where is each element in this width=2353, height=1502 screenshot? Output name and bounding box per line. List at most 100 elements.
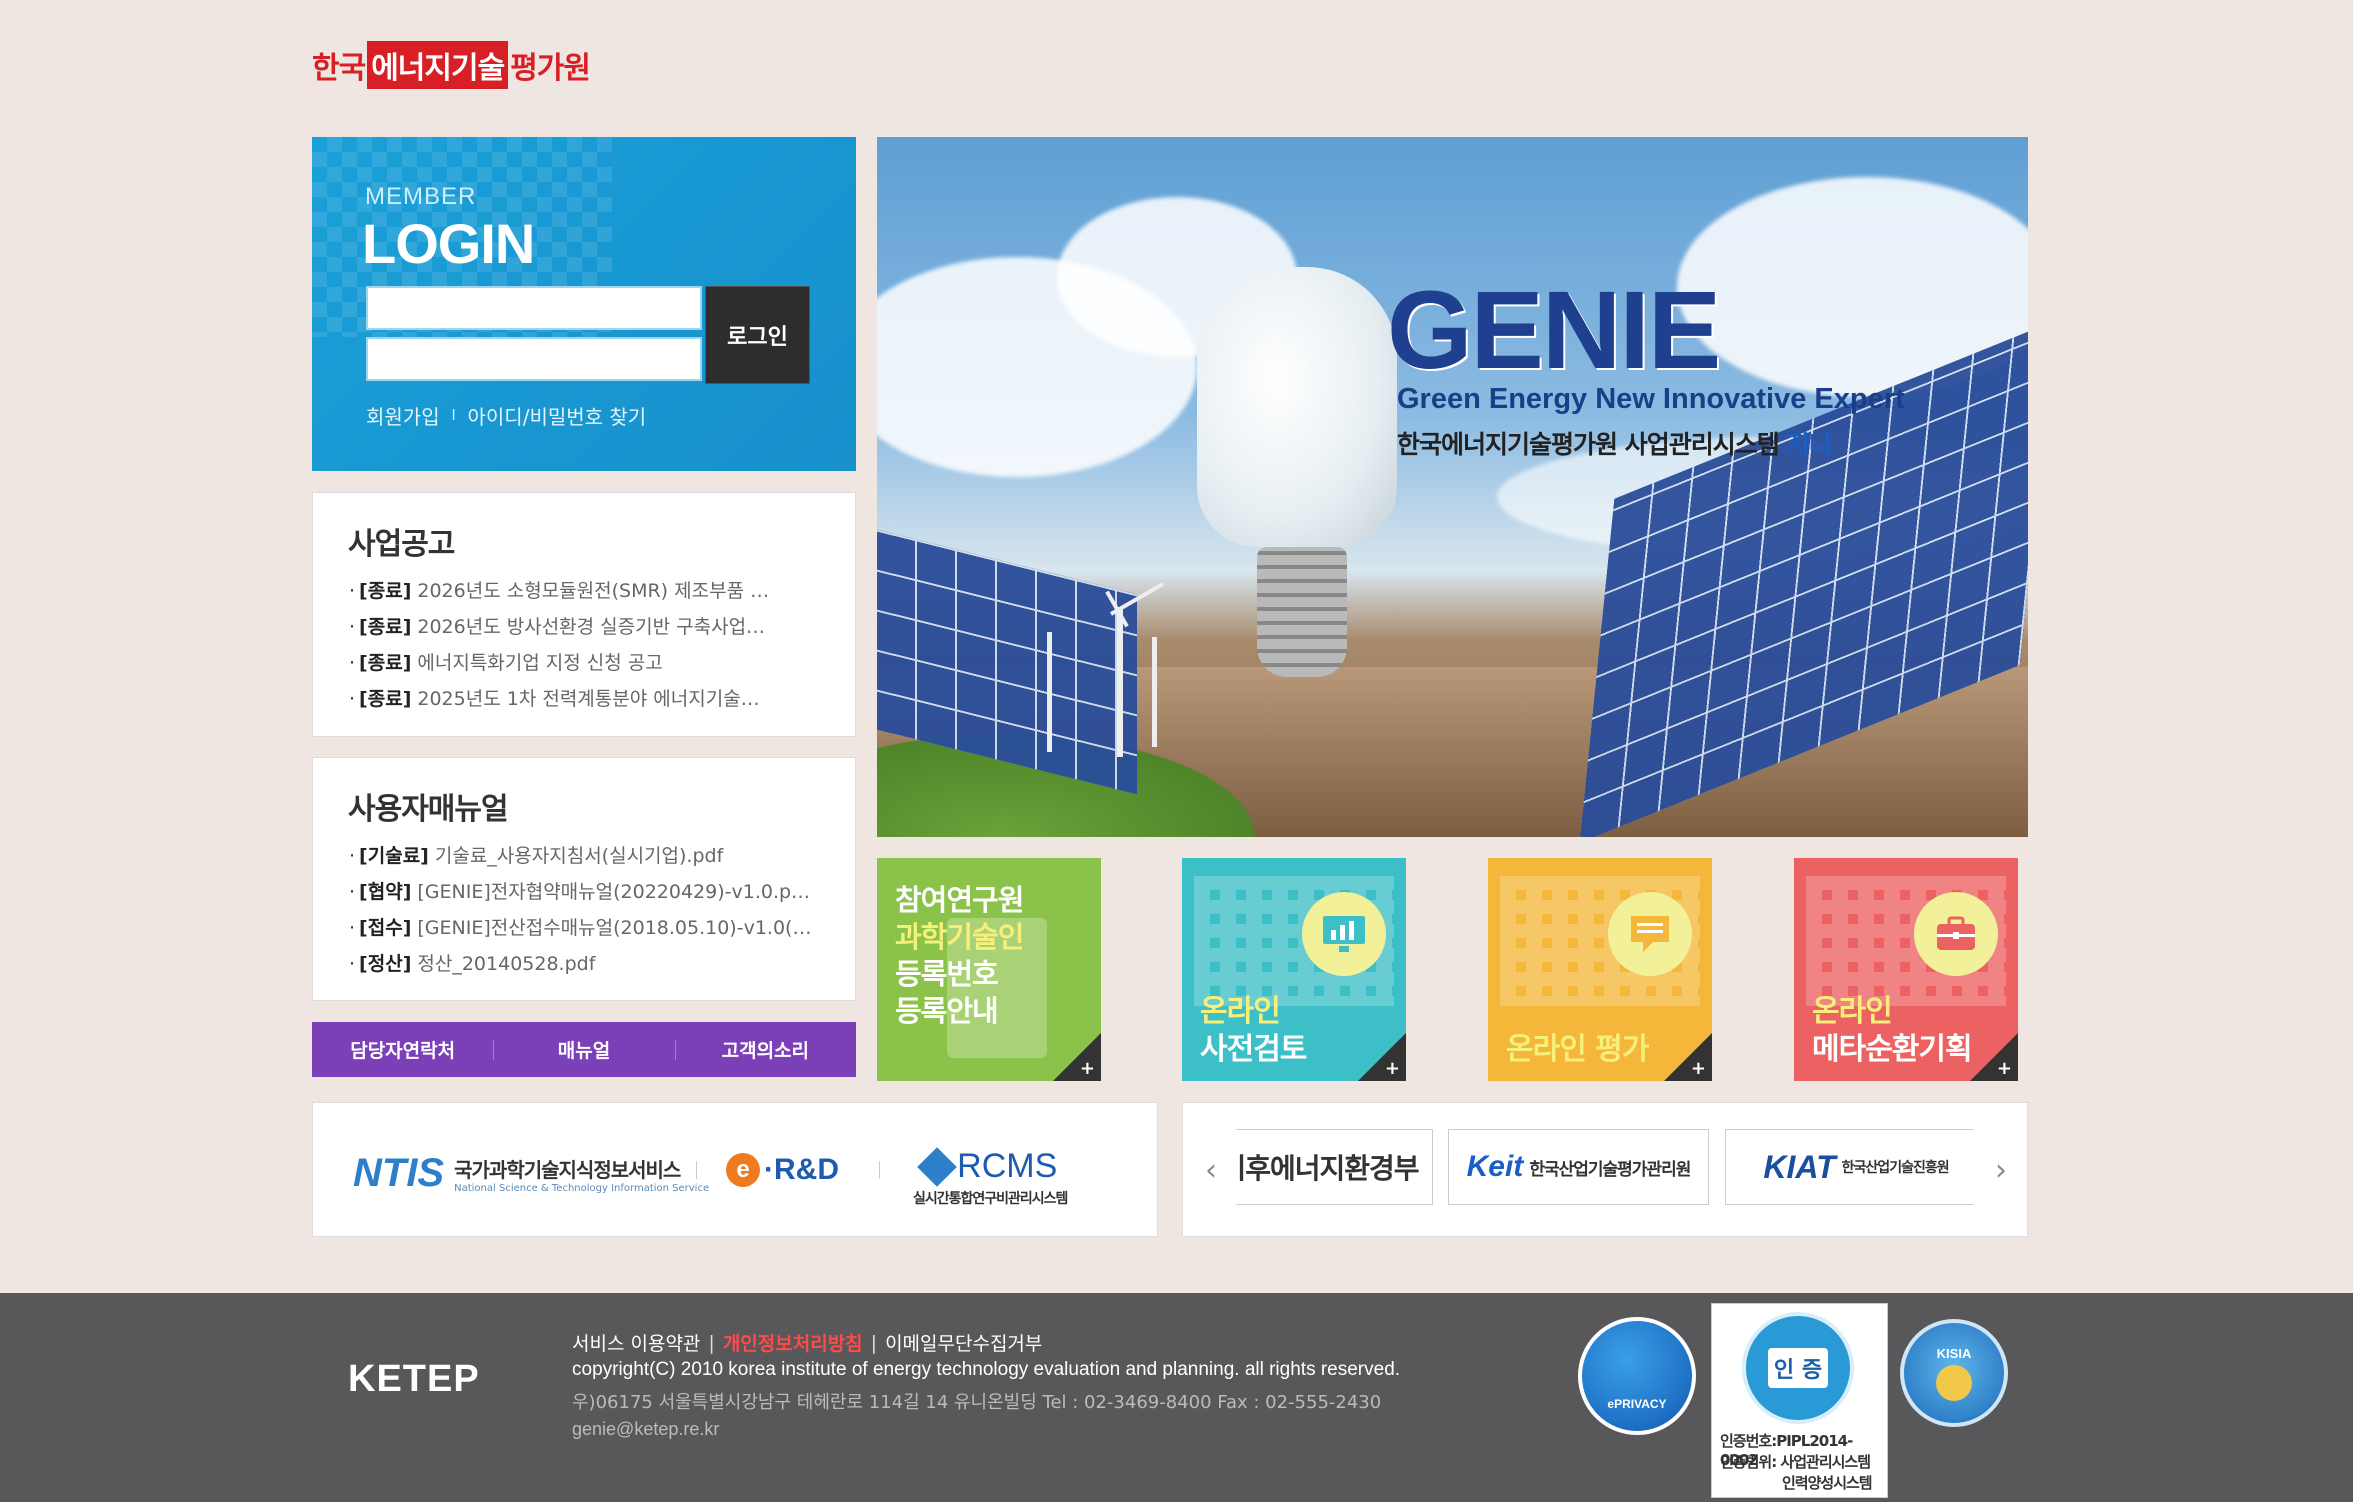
bullet-icon: · (349, 917, 356, 939)
privacy-policy-link[interactable]: 개인정보처리방침 (723, 1329, 863, 1356)
copyright: copyright(C) 2010 korea institute of ene… (572, 1359, 1401, 1380)
ntis-kor: 국가과학기술지식정보서비스 (454, 1157, 681, 1182)
lock-icon (1936, 1364, 1972, 1401)
erd-link[interactable]: e ·R&D (726, 1153, 839, 1187)
manual-tag: [접수] (359, 917, 412, 939)
manual-text: 기술료_사용자지침서(실시기업).pdf (434, 845, 724, 867)
divider (696, 1161, 697, 1179)
pipl-scope-2: 인력양성시스템 (1782, 1474, 1873, 1492)
meta-planning-tile[interactable]: 온라인 메타순환기획 + (1794, 858, 2018, 1081)
ntis-eng: National Science & Technology Informatio… (454, 1182, 710, 1194)
site-logo[interactable]: 한국 에너지기술 평가원 (312, 41, 591, 89)
footer-links: 서비스 이용약관 | 개인정보처리방침 | 이메일무단수집거부 (572, 1329, 1042, 1356)
notice-item[interactable]: · [종료] 2025년도 1차 전력계통분야 에너지기술… (349, 681, 839, 717)
notice-tag: [종료] (359, 580, 412, 602)
keit-logo: Keit (1466, 1150, 1524, 1183)
erd-text: ·R&D (764, 1153, 839, 1186)
tile-label: 온라인 평가 (1506, 1031, 1649, 1069)
kiat-text: 한국산업기술진흥원 (1841, 1160, 1950, 1176)
notice-text: 에너지특화기업 지정 신청 공고 (417, 652, 663, 674)
rcms-logo-icon (917, 1146, 957, 1187)
bullet-icon: · (349, 616, 356, 638)
notice-item[interactable]: · [종료] 2026년도 소형모듈원전(SMR) 제조부품 … (349, 573, 839, 609)
find-account-link[interactable]: 아이디/비밀번호 찾기 (468, 401, 647, 430)
rcms-link[interactable]: RCMS 실시간통합연구비관리시스템 (913, 1146, 1068, 1208)
manual-link[interactable]: 매뉴얼 (493, 1036, 674, 1063)
plus-icon: + (1079, 1058, 1095, 1079)
notice-tag: [종료] (359, 652, 412, 674)
ntis-link[interactable]: NTIS 국가과학기술지식정보서비스 National Science & Te… (353, 1151, 709, 1196)
manual-list: · [기술료] 기술료_사용자지침서(실시기업).pdf · [협약] [GENIE]전… (349, 838, 839, 982)
login-links: 회원가입 l 아이디/비밀번호 찾기 (366, 401, 646, 430)
bullet-icon: · (349, 881, 356, 903)
plus-icon: + (1384, 1058, 1400, 1079)
online-evaluation-tile[interactable]: 온라인 평가 + (1488, 858, 1712, 1081)
contact-link[interactable]: 담당자연락처 (312, 1036, 493, 1063)
tile-label: 온라인 사전검토 (1200, 993, 1307, 1069)
tile-line: 온라인 평가 (1506, 1032, 1649, 1067)
manual-text: 정산_20140528.pdf (417, 953, 596, 975)
partner-links: NTIS 국가과학기술지식정보서비스 National Science & Te… (312, 1102, 1158, 1237)
monitor-chart-icon (1302, 892, 1386, 976)
login-button[interactable]: 로그인 (705, 286, 810, 384)
briefcase-icon (1914, 892, 1998, 976)
manual-title[interactable]: 사용자매뉴얼 (348, 784, 509, 828)
voice-of-customer-link[interactable]: 고객의소리 (674, 1036, 856, 1063)
link-separator: l (451, 407, 456, 424)
banner-climate-ministry[interactable]: 기후에너지환경부 (1236, 1129, 1433, 1205)
notice-item[interactable]: · [종료] 에너지특화기업 지정 신청 공고 (349, 645, 839, 681)
divider (879, 1161, 880, 1179)
rcms-sub: 실시간통합연구비관리시스템 (913, 1191, 1068, 1207)
bullet-icon: · (349, 953, 356, 975)
user-id-input[interactable] (366, 286, 702, 330)
online-prereview-tile[interactable]: 온라인 사전검토 + (1182, 858, 1406, 1081)
tile-line: 등록번호 (895, 957, 999, 991)
wind-turbine (1152, 637, 1157, 747)
kiat-logo: KIAT (1763, 1148, 1836, 1185)
banner-carousel: ‹ 기후에너지환경부 Keit 한국산업기술평가관리원 KIAT 한국산업기술진… (1182, 1102, 2028, 1237)
notice-text: 2026년도 소형모듈원전(SMR) 제조부품 … (417, 580, 770, 602)
manual-tag: [정산] (359, 953, 412, 975)
hero-title: GENIE (1387, 269, 1721, 392)
notice-list: · [종료] 2026년도 소형모듈원전(SMR) 제조부품 … · [종료] 2026… (349, 573, 839, 717)
tile-label: 온라인 메타순환기획 (1812, 993, 1973, 1069)
tile-line: 온라인 (1200, 994, 1281, 1029)
manual-tag: [협약] (359, 881, 412, 903)
bulb-base (1257, 547, 1347, 677)
manual-item[interactable]: · [접수] [GENIE]전산접수매뉴얼(2018.05.10)-v1.0(… (349, 910, 839, 946)
logo-text-3: 평가원 (510, 51, 591, 86)
login-panel: MEMBER LOGIN 로그인 회원가입 l 아이디/비밀번호 찾기 (312, 137, 856, 471)
carousel-next-icon[interactable]: › (1995, 1153, 2007, 1188)
hero-tagline-main: 한국에너지기술평가원 사업관리시스템 (1397, 430, 1780, 459)
notice-item[interactable]: · [종료] 2026년도 방사선환경 실증기반 구축사업… (349, 609, 839, 645)
manual-item[interactable]: · [기술료] 기술료_사용자지침서(실시기업).pdf (349, 838, 839, 874)
terms-link[interactable]: 서비스 이용약관 (572, 1329, 700, 1356)
carousel-prev-icon[interactable]: ‹ (1205, 1153, 1217, 1188)
manual-text: [GENIE]전산접수매뉴얼(2018.05.10)-v1.0(… (417, 917, 812, 939)
manual-item[interactable]: · [협약] [GENIE]전자협약매뉴얼(20220429)-v1.0.p… (349, 874, 839, 910)
pipl-seal-text: 인 증 (1767, 1348, 1829, 1388)
quicklinks-bar: 담당자연락처 매뉴얼 고객의소리 (312, 1022, 856, 1077)
researcher-registration-tile[interactable]: 참여연구원 과학기술인 등록번호 등록안내 + (877, 858, 1101, 1081)
link-separator: | (870, 1331, 878, 1354)
manual-item[interactable]: · [정산] 정산_20140528.pdf (349, 946, 839, 982)
notice-title[interactable]: 사업공고 (348, 519, 455, 563)
speech-bubble-icon (1608, 892, 1692, 976)
join-link[interactable]: 회원가입 (366, 401, 440, 430)
password-input[interactable] (366, 337, 702, 381)
notice-tag: [종료] (359, 688, 412, 710)
banner-kiat[interactable]: KIAT 한국산업기술진흥원 (1725, 1129, 1974, 1205)
tile-line: 과학기술인 (895, 920, 1024, 954)
logo-text-1: 한국 (312, 51, 366, 86)
pipl-seal-icon: 인 증 (1742, 1312, 1854, 1424)
kisia-badge-icon[interactable]: KISIA (1900, 1319, 2008, 1427)
hero-tagline-blue: 지니 (1786, 430, 1831, 459)
email-refusal-link[interactable]: 이메일무단수집거부 (885, 1329, 1042, 1356)
notice-text: 2025년도 1차 전력계통분야 에너지기술… (417, 688, 760, 710)
bullet-icon: · (349, 688, 356, 710)
banner-keit[interactable]: Keit 한국산업기술평가관리원 (1448, 1129, 1709, 1205)
bullet-icon: · (349, 845, 356, 867)
eprivacy-badge-icon[interactable]: ePRIVACY (1578, 1317, 1696, 1435)
tile-label: 참여연구원 과학기술인 등록번호 등록안내 (895, 882, 1024, 1030)
link-separator: | (708, 1331, 715, 1354)
